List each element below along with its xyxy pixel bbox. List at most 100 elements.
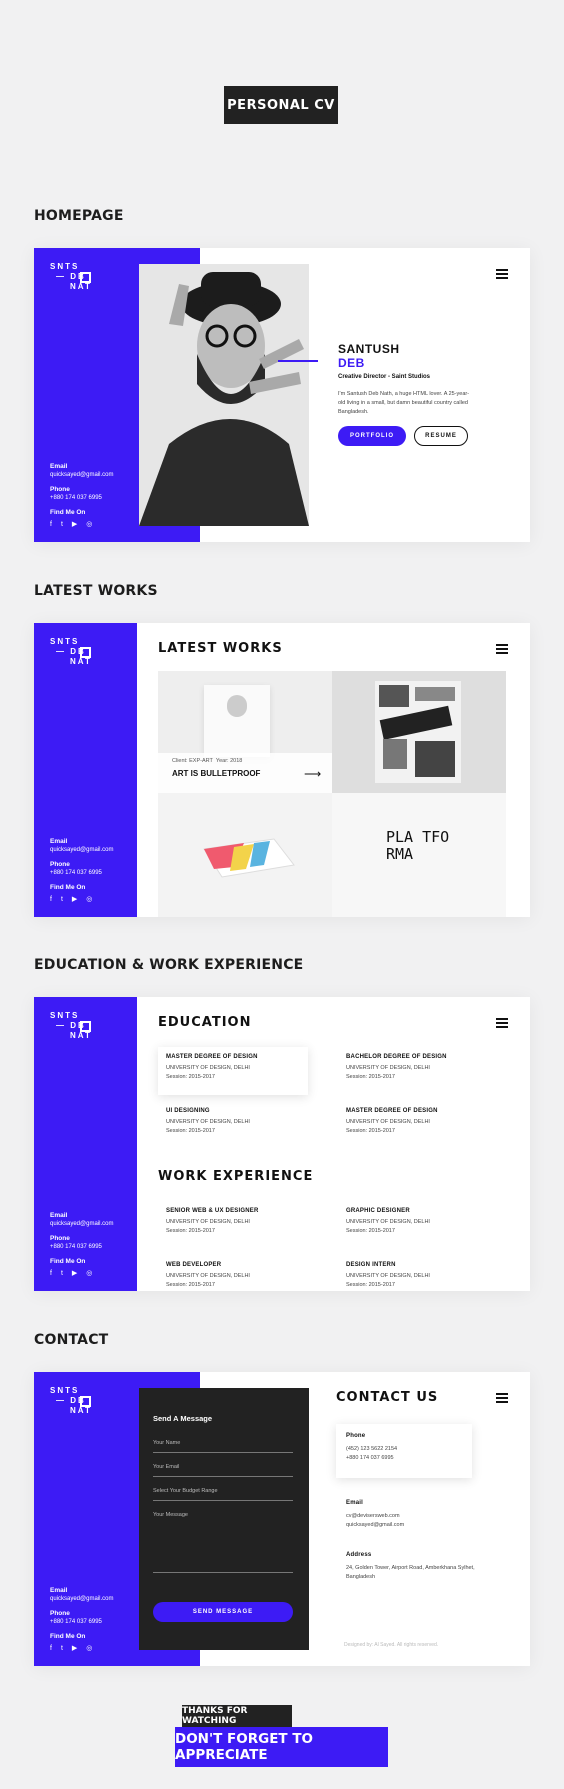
bio: I'm Santush Deb Nath, a huge HTML lover.… (338, 391, 470, 415)
contact-phone-2: +880 174 037 6995 (346, 1455, 394, 1461)
appreciate-banner: DON'T FORGET TO APPRECIATE (175, 1727, 388, 1767)
education-card: SNTS — DB NAT Email quicksayed@gmail.com… (34, 997, 530, 1291)
section-label-education: EDUCATION & WORK EXPERIENCE (34, 957, 304, 973)
latest-works-card: SNTS — DB NAT Email quicksayed@gmail.com… (34, 623, 530, 917)
platforma-type-art: PLA TFO RMA (386, 828, 450, 863)
logo[interactable]: SNTS — DB NAT (50, 1011, 92, 1041)
sidebar-contact: Email quicksayed@gmail.com Phone +880 17… (50, 1212, 114, 1278)
education-item[interactable]: UI DESIGNING UNIVERSITY OF DESIGN, DELHI… (158, 1101, 308, 1143)
works-title: LATEST WORKS (158, 641, 283, 656)
experience-item[interactable]: DESIGN INTERN UNIVERSITY OF DESIGN, DELH… (338, 1255, 488, 1291)
sidebar-contact: Email quicksayed@gmail.com Phone +880 17… (50, 838, 114, 904)
twitter-icon[interactable]: t (61, 1644, 63, 1653)
first-name: SANTUSH (338, 342, 400, 356)
logo-square-icon (80, 1396, 91, 1407)
dribbble-icon[interactable]: ◎ (86, 895, 92, 904)
sidebar: SNTS — DB NAT Email quicksayed@gmail.com… (34, 623, 137, 917)
portfolio-button[interactable]: PORTFOLIO (338, 426, 406, 446)
hamburger-menu-icon[interactable] (496, 1393, 508, 1403)
work-project-title: ART IS BULLETPROOF (172, 769, 261, 778)
section-label-latest-works: LATEST WORKS (34, 583, 158, 599)
send-message-button[interactable]: SEND MESSAGE (153, 1602, 293, 1622)
social-links: f t ▶ ◎ (50, 1644, 113, 1653)
phone-card: Phone (452) 123 5622 2154 +880 174 037 6… (336, 1424, 472, 1478)
contact-email-2[interactable]: quicksayed@gmail.com (346, 1521, 486, 1530)
education-item[interactable]: MASTER DEGREE OF DESIGN UNIVERSITY OF DE… (338, 1101, 488, 1143)
sidebar-phone: +880 174 037 6995 (50, 870, 102, 876)
sidebar-email[interactable]: quicksayed@gmail.com (50, 846, 113, 855)
work-thumbnail (204, 685, 270, 757)
experience-item[interactable]: SENIOR WEB & UX DESIGNER UNIVERSITY OF D… (158, 1201, 308, 1243)
social-links: f t ▶ ◎ (50, 895, 113, 904)
youtube-icon[interactable]: ▶ (72, 520, 77, 529)
sidebar-phone: +880 174 037 6995 (50, 1244, 102, 1250)
contact-card: SNTS — DB NAT Email quicksayed@gmail.com… (34, 1372, 530, 1666)
experience-item[interactable]: WEB DEVELOPER UNIVERSITY OF DESIGN, DELH… (158, 1255, 308, 1291)
email-input[interactable]: Your Email (153, 1464, 293, 1477)
youtube-icon[interactable]: ▶ (72, 895, 77, 904)
work-client: Client: EXP-ART (172, 758, 213, 764)
thanks-badge: THANKS FOR WATCHING (182, 1705, 292, 1727)
hamburger-menu-icon[interactable] (496, 269, 508, 279)
twitter-icon[interactable]: t (61, 1269, 63, 1278)
email-block: Email cv@devisersweb.com quicksayed@gmai… (346, 1500, 486, 1530)
arrow-right-icon[interactable]: ⟶ (304, 767, 321, 781)
poster-collage-image (375, 681, 461, 783)
logo[interactable]: SNTS — DB NAT (50, 1386, 92, 1416)
section-label-homepage: HOMEPAGE (34, 208, 124, 224)
work-tile-2[interactable] (332, 671, 506, 793)
facebook-icon[interactable]: f (50, 895, 52, 904)
youtube-icon[interactable]: ▶ (72, 1644, 77, 1653)
product-package-image (203, 838, 295, 878)
sidebar-email[interactable]: quicksayed@gmail.com (50, 1220, 113, 1229)
dribbble-icon[interactable]: ◎ (86, 1644, 92, 1653)
logo-square-icon (80, 272, 91, 283)
message-textarea[interactable]: Your Message (153, 1512, 293, 1573)
hamburger-menu-icon[interactable] (496, 1018, 508, 1028)
address-block: Address 24, Golden Tower, Airport Road, … (346, 1552, 480, 1582)
sidebar-email[interactable]: quicksayed@gmail.com (50, 1595, 113, 1604)
contact-form: Send A Message Your Name Your Email Sele… (139, 1388, 309, 1650)
work-tile-1[interactable]: Client: EXP-ART Year: 2018 ART IS BULLET… (158, 671, 332, 793)
sidebar-email[interactable]: quicksayed@gmail.com (50, 471, 113, 480)
page-title-badge: PERSONAL CV (224, 86, 338, 124)
youtube-icon[interactable]: ▶ (72, 1269, 77, 1278)
hamburger-menu-icon[interactable] (496, 644, 508, 654)
copyright: Designed by: Al Sayed. All rights reserv… (344, 1642, 439, 1648)
twitter-icon[interactable]: t (61, 520, 63, 529)
experience-title: WORK EXPERIENCE (158, 1169, 314, 1184)
work-tile-3[interactable] (158, 793, 332, 917)
resume-button[interactable]: RESUME (414, 426, 468, 446)
facebook-icon[interactable]: f (50, 520, 52, 529)
contact-address: 24, Golden Tower, Airport Road, Amberkha… (346, 1565, 475, 1580)
name-input[interactable]: Your Name (153, 1440, 293, 1453)
form-title: Send A Message (153, 1414, 213, 1423)
work-year: Year: 2018 (215, 758, 243, 764)
education-item[interactable]: BACHELOR DEGREE OF DESIGN UNIVERSITY OF … (338, 1047, 488, 1089)
experience-item[interactable]: GRAPHIC DESIGNER UNIVERSITY OF DESIGN, D… (338, 1201, 488, 1243)
sidebar: SNTS — DB NAT Email quicksayed@gmail.com… (34, 997, 137, 1291)
budget-select[interactable]: Select Your Budget Range (153, 1488, 293, 1501)
twitter-icon[interactable]: t (61, 895, 63, 904)
last-name: DEB (338, 356, 365, 370)
education-title: EDUCATION (158, 1015, 252, 1030)
section-label-contact: CONTACT (34, 1332, 109, 1348)
social-links: f t ▶ ◎ (50, 520, 113, 529)
facebook-icon[interactable]: f (50, 1269, 52, 1278)
sidebar-phone: +880 174 037 6995 (50, 495, 102, 501)
role: Creative Director - Saint Studios (338, 374, 431, 380)
logo[interactable]: SNTS — DB NAT (50, 637, 92, 667)
contact-title: CONTACT US (336, 1390, 439, 1405)
dribbble-icon[interactable]: ◎ (86, 1269, 92, 1278)
facebook-icon[interactable]: f (50, 1644, 52, 1653)
logo-square-icon (80, 1021, 91, 1032)
contact-phone-1: (452) 123 5622 2154 (346, 1446, 398, 1452)
contact-email-1[interactable]: cv@devisersweb.com (346, 1512, 486, 1521)
sidebar-contact: Email quicksayed@gmail.com Phone +880 17… (50, 1587, 114, 1653)
sidebar-phone: +880 174 037 6995 (50, 1619, 102, 1625)
logo[interactable]: SNTS — DB NAT (50, 262, 92, 292)
accent-line (278, 360, 318, 362)
work-tile-4[interactable]: PLA TFO RMA (332, 793, 506, 917)
dribbble-icon[interactable]: ◎ (86, 520, 92, 529)
education-item[interactable]: MASTER DEGREE OF DESIGN UNIVERSITY OF DE… (158, 1047, 308, 1095)
